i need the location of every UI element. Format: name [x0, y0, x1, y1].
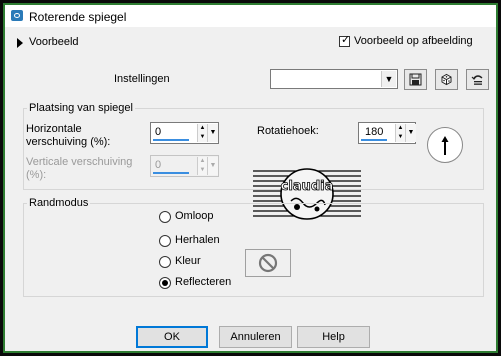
vertical-offset-label-line2: (%):	[26, 169, 47, 181]
reset-icon	[471, 75, 482, 85]
cancel-button[interactable]: Annuleren	[219, 326, 292, 348]
horizontal-offset-label-line2: verschuiving (%):	[26, 136, 111, 148]
preview-on-image-checkbox[interactable]: ✓	[339, 34, 351, 47]
horizontal-offset-value: 0	[155, 126, 162, 138]
ok-button[interactable]: OK	[136, 326, 208, 348]
radio-kleur-label[interactable]: Kleur	[175, 255, 201, 267]
chevron-down-icon[interactable]: ▼	[405, 124, 416, 142]
checkmark-icon: ✓	[341, 34, 351, 46]
vertical-offset-value: 0	[155, 159, 162, 171]
radio-herhalen-label[interactable]: Herhalen	[175, 234, 220, 246]
radio-omloop-label[interactable]: Omloop	[175, 210, 214, 222]
expand-triangle-icon[interactable]	[17, 38, 23, 48]
rotation-dial[interactable]	[427, 127, 463, 163]
horizontal-offset-stepper[interactable]: ▲ ▼	[197, 124, 207, 142]
dice-icon	[441, 73, 452, 86]
chevron-down-icon[interactable]: ▼	[207, 124, 218, 142]
vertical-offset-underline	[153, 172, 189, 174]
no-color-icon	[258, 253, 278, 273]
title-bar[interactable]: Roterende spiegel	[5, 5, 496, 27]
radio-omloop[interactable]	[159, 211, 171, 223]
help-button[interactable]: Help	[297, 326, 370, 348]
rotation-angle-stepper[interactable]: ▲ ▼	[395, 124, 405, 142]
svg-text:claudia: claudia	[281, 179, 334, 194]
window-title: Roterende spiegel	[29, 10, 127, 24]
radio-reflecteren[interactable]	[159, 277, 171, 289]
dial-arrow-icon	[441, 136, 449, 155]
reset-defaults-button[interactable]	[466, 69, 489, 90]
chevron-down-icon[interactable]: ▼	[381, 71, 396, 87]
vertical-offset-stepper[interactable]: ▲ ▼	[197, 157, 207, 175]
rotation-angle-input[interactable]: 180 ▲ ▼ ▼	[358, 122, 416, 144]
vertical-offset-label-line1: Verticale verschuiving	[26, 156, 133, 168]
dialog-window: Roterende spiegel Voorbeeld ✓ Voorbeeld …	[5, 5, 496, 351]
rotation-angle-value: 180	[365, 126, 384, 138]
save-preset-button[interactable]	[404, 69, 427, 90]
edge-mode-title: Randmodus	[27, 197, 91, 209]
randomize-button[interactable]	[435, 69, 458, 90]
mirror-placement-title: Plaatsing van spiegel	[27, 102, 135, 114]
preview-on-image-label[interactable]: Voorbeeld op afbeelding	[354, 35, 473, 47]
chevron-down-icon[interactable]: ▼	[207, 157, 218, 175]
horizontal-offset-underline	[153, 139, 189, 141]
horizontal-offset-input[interactable]: 0 ▲ ▼ ▼	[150, 122, 219, 144]
radio-kleur[interactable]	[159, 256, 171, 268]
app-icon	[11, 10, 23, 21]
settings-combo[interactable]: ▼	[270, 69, 398, 89]
preview-label[interactable]: Voorbeeld	[29, 36, 79, 48]
vertical-offset-input[interactable]: 0 ▲ ▼ ▼	[150, 155, 219, 177]
radio-reflecteren-label[interactable]: Reflecteren	[175, 276, 231, 288]
horizontal-offset-label-line1: Horizontale	[26, 123, 82, 135]
edge-color-swatch[interactable]	[245, 249, 291, 277]
rotation-angle-underline	[361, 139, 387, 141]
settings-label: Instellingen	[114, 73, 170, 85]
rotation-label: Rotatiehoek:	[257, 125, 319, 137]
save-icon	[409, 73, 422, 86]
radio-herhalen[interactable]	[159, 235, 171, 247]
